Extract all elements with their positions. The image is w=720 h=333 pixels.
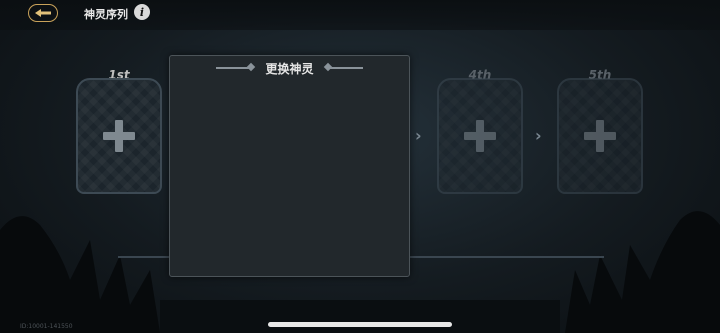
panel-title: 更换神灵	[265, 62, 314, 76]
back-arrow-icon	[35, 9, 51, 17]
title-ornament-right	[327, 67, 363, 69]
sequence-slot-4[interactable]	[437, 78, 523, 194]
plus-icon	[103, 120, 135, 152]
info-icon[interactable]: i	[134, 4, 150, 20]
back-button[interactable]	[28, 4, 58, 22]
home-indicator[interactable]	[268, 322, 452, 327]
chevron-right-icon: ›	[415, 126, 422, 145]
chevron-right-icon: ›	[535, 126, 542, 145]
page-title: 神灵序列	[84, 8, 128, 21]
sequence-slot-5[interactable]	[557, 78, 643, 194]
sequence-slot-1[interactable]	[76, 78, 162, 194]
replace-deity-panel[interactable]: 更换神灵	[169, 55, 410, 277]
plus-icon	[464, 120, 496, 152]
plus-icon	[584, 120, 616, 152]
top-bar: 神灵序列 i	[0, 0, 720, 30]
build-id: ID:10001-141550	[20, 323, 73, 330]
